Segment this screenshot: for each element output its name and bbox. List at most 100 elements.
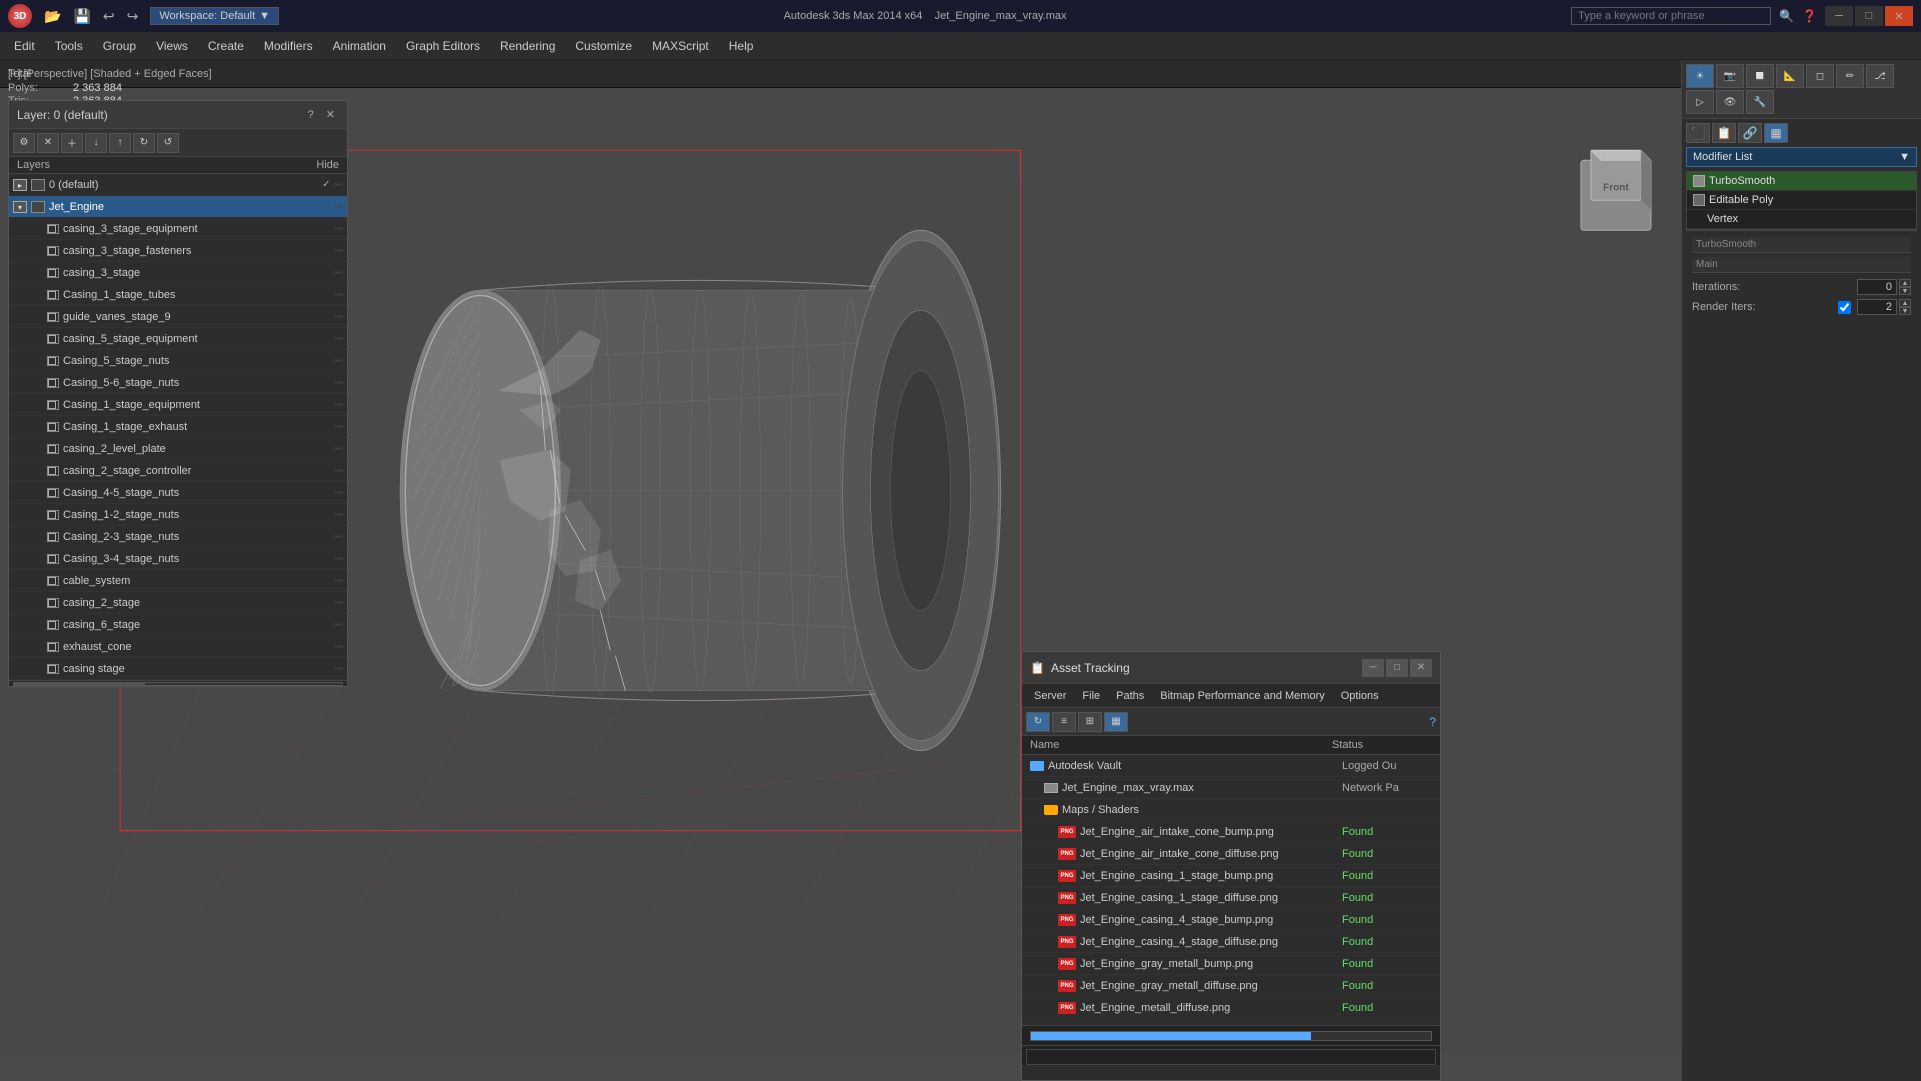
layer-item-casing3fa[interactable]: casing_3_stage_fasteners▪▪▪ xyxy=(9,240,347,262)
layer-item-casing3st[interactable]: casing_3_stage▪▪▪ xyxy=(9,262,347,284)
rt-camera-btn[interactable]: 📷 xyxy=(1716,64,1744,88)
modifier-tb-2[interactable]: 📋 xyxy=(1712,123,1736,143)
asset-path-input[interactable] xyxy=(1026,1049,1436,1065)
minimize-button[interactable]: ─ xyxy=(1825,6,1853,26)
asset-menu-options[interactable]: Options xyxy=(1333,688,1387,704)
asset-item-11[interactable]: PNGJet_Engine_metall_diffuse.pngFound xyxy=(1022,997,1440,1019)
close-button[interactable]: ✕ xyxy=(1885,6,1913,26)
render-iters-up[interactable]: ▲ xyxy=(1899,299,1911,307)
iterations-input[interactable] xyxy=(1857,279,1897,295)
render-iters-checkbox[interactable] xyxy=(1838,301,1851,314)
asset-item-4[interactable]: PNGJet_Engine_air_intake_cone_diffuse.pn… xyxy=(1022,843,1440,865)
asset-menu-server[interactable]: Server xyxy=(1026,688,1074,704)
undo-icon[interactable]: ↩ xyxy=(99,6,119,27)
layer-tb-btn6[interactable]: ↺ xyxy=(157,133,179,153)
search-icon[interactable]: 🔍 xyxy=(1779,9,1794,23)
layer-item-casing6st[interactable]: casing_6_stage▪▪▪ xyxy=(9,614,347,636)
modifier-turbosmooth[interactable]: TurboSmooth xyxy=(1687,172,1916,191)
menu-group[interactable]: Group xyxy=(93,35,146,57)
asset-close[interactable]: ✕ xyxy=(1410,659,1432,677)
viewport[interactable]: [+] [Perspective] [Shaded + Edged Faces]… xyxy=(0,60,1681,1081)
asset-item-7[interactable]: PNGJet_Engine_casing_4_stage_bump.pngFou… xyxy=(1022,909,1440,931)
asset-item-1[interactable]: Jet_Engine_max_vray.maxNetwork Pa xyxy=(1022,777,1440,799)
render-iters-input[interactable] xyxy=(1857,299,1897,315)
layer-item-casing56nu[interactable]: Casing_5-6_stage_nuts▪▪▪ xyxy=(9,372,347,394)
menu-animation[interactable]: Animation xyxy=(323,35,396,57)
iterations-down[interactable]: ▼ xyxy=(1899,287,1911,295)
menu-help[interactable]: Help xyxy=(719,35,764,57)
layer-item-casing2co[interactable]: casing_2_stage_controller▪▪▪ xyxy=(9,460,347,482)
asset-item-10[interactable]: PNGJet_Engine_gray_metall_diffuse.pngFou… xyxy=(1022,975,1440,997)
rt-helper-btn[interactable]: 📐 xyxy=(1776,64,1804,88)
help-icon[interactable]: ❓ xyxy=(1802,9,1817,23)
layer-item-casing_stage[interactable]: casing stage▪▪▪ xyxy=(9,658,347,680)
modifier-tb-3[interactable]: 🔗 xyxy=(1738,123,1762,143)
asset-item-5[interactable]: PNGJet_Engine_casing_1_stage_bump.pngFou… xyxy=(1022,865,1440,887)
layer-item-casing34nu[interactable]: Casing_3-4_stage_nuts▪▪▪ xyxy=(9,548,347,570)
search-input[interactable] xyxy=(1571,7,1771,25)
menu-customize[interactable]: Customize xyxy=(565,35,642,57)
save-icon[interactable]: 💾 xyxy=(69,6,94,27)
asset-tb-view[interactable]: ⊞ xyxy=(1078,712,1102,732)
open-icon[interactable]: 📂 xyxy=(40,6,65,27)
layer-item-casing1eq[interactable]: Casing_1_stage_equipment▪▪▪ xyxy=(9,394,347,416)
rt-utilities-btn[interactable]: 🔧 xyxy=(1746,90,1774,114)
layer-item-default[interactable]: ▸0 (default)✓▪▪▪ xyxy=(9,174,347,196)
render-iters-down[interactable]: ▼ xyxy=(1899,307,1911,315)
menu-create[interactable]: Create xyxy=(198,35,254,57)
layer-item-casing1ex[interactable]: Casing_1_stage_exhaust▪▪▪ xyxy=(9,416,347,438)
layer-item-guide9[interactable]: guide_vanes_stage_9▪▪▪ xyxy=(9,306,347,328)
layer-item-jet-engine[interactable]: ▾Jet_Engine▪▪▪ xyxy=(9,196,347,218)
layer-item-casing23nu[interactable]: Casing_2-3_stage_nuts▪▪▪ xyxy=(9,526,347,548)
menu-views[interactable]: Views xyxy=(146,35,198,57)
asset-item-0[interactable]: Autodesk VaultLogged Ou xyxy=(1022,755,1440,777)
redo-icon[interactable]: ↪ xyxy=(123,6,143,27)
layer-item-casing2lp[interactable]: casing_2_level_plate▪▪▪ xyxy=(9,438,347,460)
modifier-tb-1[interactable]: ⬛ xyxy=(1686,123,1710,143)
rt-display-btn[interactable]: 👁 xyxy=(1716,90,1744,114)
modifier-vertex[interactable]: Vertex xyxy=(1687,210,1916,229)
layer-tb-settings[interactable]: ⚙ xyxy=(13,133,35,153)
asset-minimize[interactable]: ─ xyxy=(1362,659,1384,677)
asset-item-3[interactable]: PNGJet_Engine_air_intake_cone_bump.pngFo… xyxy=(1022,821,1440,843)
asset-menu-bitmap[interactable]: Bitmap Performance and Memory xyxy=(1152,688,1332,704)
layer-tb-sel-layer[interactable]: ↑ xyxy=(109,133,131,153)
asset-item-9[interactable]: PNGJet_Engine_gray_metall_bump.pngFound xyxy=(1022,953,1440,975)
layer-panel-close[interactable]: ✕ xyxy=(322,106,339,123)
asset-tb-table[interactable]: ▦ xyxy=(1104,712,1128,732)
layer-item-casing45nu[interactable]: Casing_4-5_stage_nuts▪▪▪ xyxy=(9,482,347,504)
layer-item-casing5nu[interactable]: Casing_5_stage_nuts▪▪▪ xyxy=(9,350,347,372)
layer-tb-add-sel[interactable]: ↓ xyxy=(85,133,107,153)
workspace-button[interactable]: Workspace: Default ▼ xyxy=(150,7,279,25)
asset-help-button[interactable]: ? xyxy=(1429,715,1436,729)
asset-item-8[interactable]: PNGJet_Engine_casing_4_stage_diffuse.png… xyxy=(1022,931,1440,953)
menu-edit[interactable]: Edit xyxy=(4,35,45,57)
maximize-button[interactable]: □ xyxy=(1855,6,1883,26)
rt-lighting-btn[interactable]: ☀ xyxy=(1686,64,1714,88)
layer-item-casing2st[interactable]: casing_2_stage▪▪▪ xyxy=(9,592,347,614)
asset-tb-list[interactable]: ≡ xyxy=(1052,712,1076,732)
asset-maximize[interactable]: □ xyxy=(1386,659,1408,677)
iterations-up[interactable]: ▲ xyxy=(1899,279,1911,287)
rt-motion-btn[interactable]: ▷ xyxy=(1686,90,1714,114)
layer-item-casing1tu[interactable]: Casing_1_stage_tubes▪▪▪ xyxy=(9,284,347,306)
rt-modifier-btn[interactable]: ✏ xyxy=(1836,64,1864,88)
menu-rendering[interactable]: Rendering xyxy=(490,35,565,57)
asset-menu-paths[interactable]: Paths xyxy=(1108,688,1152,704)
layer-item-cable[interactable]: cable_system▪▪▪ xyxy=(9,570,347,592)
asset-menu-file[interactable]: File xyxy=(1074,688,1108,704)
menu-modifiers[interactable]: Modifiers xyxy=(254,35,323,57)
asset-item-2[interactable]: Maps / Shaders xyxy=(1022,799,1440,821)
layer-item-casing5eq[interactable]: casing_5_stage_equipment▪▪▪ xyxy=(9,328,347,350)
menu-maxscript[interactable]: MAXScript xyxy=(642,35,719,57)
asset-tb-refresh[interactable]: ↻ xyxy=(1026,712,1050,732)
rt-viewport-btn[interactable]: 🔲 xyxy=(1746,64,1774,88)
menu-tools[interactable]: Tools xyxy=(45,35,93,57)
layer-tb-btn5[interactable]: ↻ xyxy=(133,133,155,153)
layer-panel-help[interactable]: ? xyxy=(304,107,318,123)
rt-shape-btn[interactable]: ◻ xyxy=(1806,64,1834,88)
layer-tb-add[interactable]: ＋ xyxy=(61,133,83,153)
layer-tb-delete[interactable]: ✕ xyxy=(37,133,59,153)
layer-item-casing3eq[interactable]: casing_3_stage_equipment▪▪▪ xyxy=(9,218,347,240)
modifier-tb-4[interactable]: ▦ xyxy=(1764,123,1788,143)
